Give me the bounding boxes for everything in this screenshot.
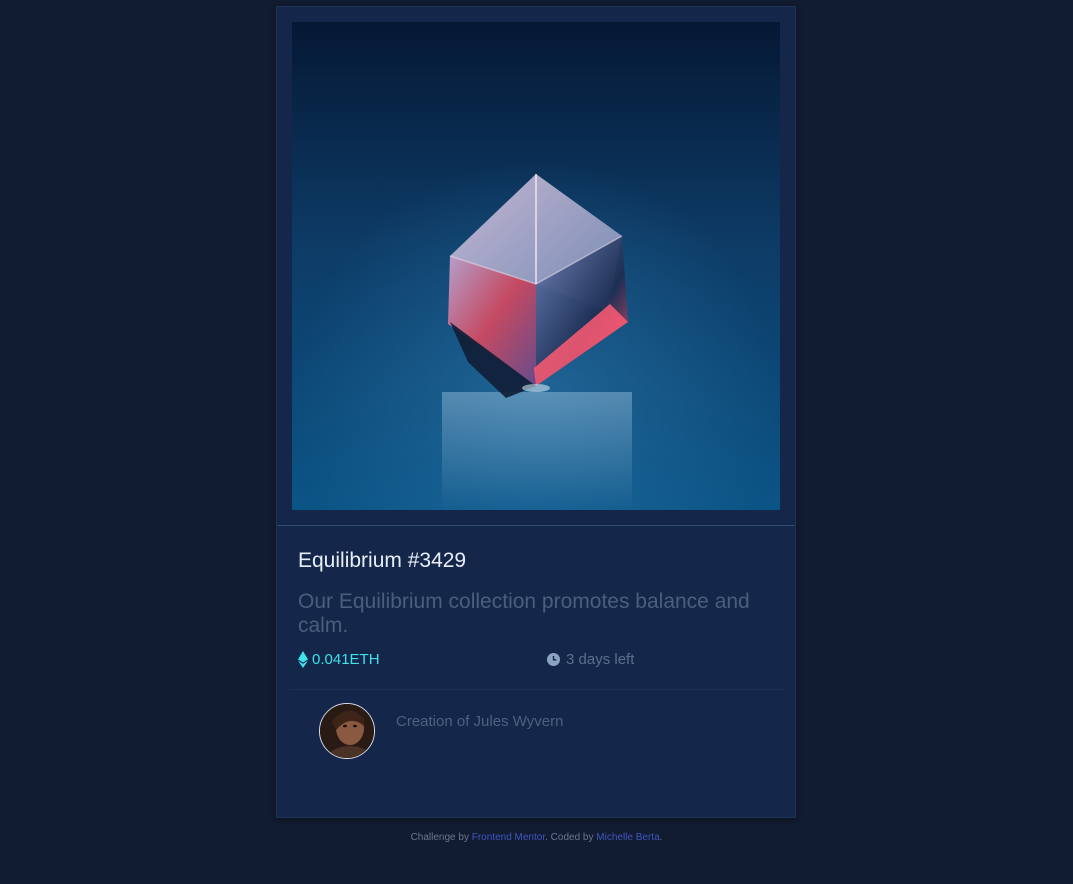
price-row: 0.041ETH	[298, 651, 380, 668]
attribution-suffix: .	[659, 832, 663, 843]
attribution: Challenge by Frontend Mentor. Coded by M…	[0, 832, 1073, 843]
frontend-mentor-link[interactable]: Frontend Mentor	[472, 832, 545, 843]
creator-divider	[289, 689, 785, 690]
attribution-prefix: Challenge by	[410, 832, 472, 843]
card-title[interactable]: Equilibrium #3429	[298, 549, 466, 573]
time-row: 3 days left	[547, 651, 634, 668]
author-link[interactable]: Michelle Berta	[596, 832, 659, 843]
avatar[interactable]	[319, 703, 375, 759]
clock-icon	[547, 653, 560, 666]
time-left: 3 days left	[566, 651, 635, 668]
attribution-middle: . Coded by	[545, 832, 597, 843]
image-divider	[277, 525, 795, 526]
nft-card: Equilibrium #3429 Our Equilibrium collec…	[276, 6, 796, 818]
card-description: Our Equilibrium collection promotes bala…	[298, 590, 750, 637]
nft-image[interactable]	[292, 22, 780, 510]
price-value: 0.041ETH	[312, 651, 380, 668]
ethereum-icon	[298, 651, 308, 668]
creator-text[interactable]: Creation of Jules Wyvern	[396, 713, 563, 730]
